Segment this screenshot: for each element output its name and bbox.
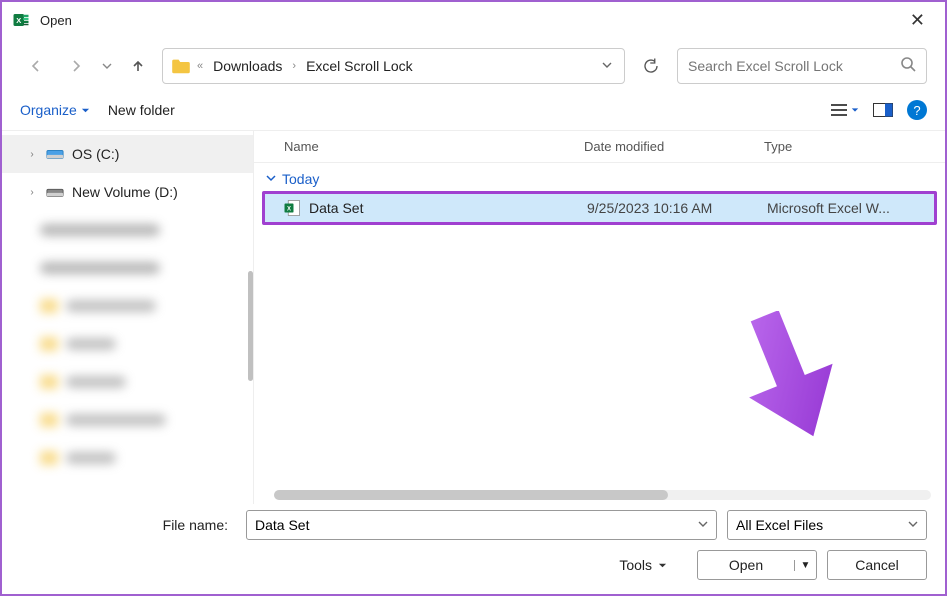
expand-chevron-icon[interactable]: › xyxy=(26,187,38,198)
cancel-button[interactable]: Cancel xyxy=(827,550,927,580)
breadcrumb-current[interactable]: Excel Scroll Lock xyxy=(302,56,417,76)
tools-label: Tools xyxy=(619,557,652,573)
open-label: Open xyxy=(698,557,794,573)
organize-label: Organize xyxy=(20,102,77,118)
filename-combobox[interactable]: Data Set xyxy=(246,510,717,540)
help-button[interactable]: ? xyxy=(907,100,927,120)
new-folder-button[interactable]: New folder xyxy=(108,102,175,118)
blurred-item xyxy=(2,363,253,401)
drive-icon xyxy=(46,147,64,161)
group-label: Today xyxy=(282,171,319,187)
open-dialog: X Open ✕ « Downloads › Excel Scroll Lock… xyxy=(0,0,947,596)
drive-new-volume-d[interactable]: › New Volume (D:) xyxy=(2,173,253,211)
view-options-button[interactable] xyxy=(830,103,859,117)
file-date: 9/25/2023 10:16 AM xyxy=(587,200,767,216)
breadcrumb-prefix: « xyxy=(197,60,203,72)
excel-app-icon: X xyxy=(12,11,30,29)
blurred-item xyxy=(2,211,253,249)
chevron-down-icon[interactable] xyxy=(908,519,918,532)
nav-bar: « Downloads › Excel Scroll Lock xyxy=(2,38,945,92)
expand-chevron-icon[interactable]: › xyxy=(26,149,38,160)
window-title: Open xyxy=(40,13,72,28)
drive-label: New Volume (D:) xyxy=(72,184,178,200)
column-header-name[interactable]: Name xyxy=(254,139,584,154)
column-headers: Name Date modified Type xyxy=(254,131,945,163)
dialog-footer: File name: Data Set All Excel Files Tool… xyxy=(2,504,945,594)
search-icon xyxy=(900,56,916,77)
up-button[interactable] xyxy=(122,50,154,82)
tools-menu[interactable]: Tools xyxy=(619,557,667,573)
horizontal-scrollbar[interactable] xyxy=(274,490,931,500)
forward-button[interactable] xyxy=(60,50,92,82)
command-bar: Organize New folder ? xyxy=(2,92,945,131)
blurred-item xyxy=(2,325,253,363)
breadcrumb-separator: › xyxy=(292,60,296,72)
sidebar-scrollbar[interactable] xyxy=(248,271,253,381)
address-bar[interactable]: « Downloads › Excel Scroll Lock xyxy=(162,48,625,84)
open-split-chevron[interactable]: ▼ xyxy=(794,560,816,571)
drive-icon xyxy=(46,185,64,199)
nav-tree: › OS (C:) › New Volume (D:) xyxy=(2,131,254,504)
blurred-item xyxy=(2,249,253,287)
chevron-down-icon[interactable] xyxy=(698,519,708,532)
open-button[interactable]: Open ▼ xyxy=(697,550,817,580)
file-type: Microsoft Excel W... xyxy=(767,200,934,216)
file-list-panel: Name Date modified Type Today X Data Set… xyxy=(254,131,945,504)
blurred-item xyxy=(2,439,253,477)
svg-text:X: X xyxy=(287,206,291,212)
drive-os-c[interactable]: › OS (C:) xyxy=(2,135,253,173)
column-header-date[interactable]: Date modified xyxy=(584,139,764,154)
close-button[interactable]: ✕ xyxy=(900,6,935,35)
refresh-button[interactable] xyxy=(633,48,669,84)
blurred-item xyxy=(2,287,253,325)
collapse-chevron-icon xyxy=(266,173,276,186)
back-button[interactable] xyxy=(20,50,52,82)
preview-pane-button[interactable] xyxy=(873,103,893,117)
organize-menu[interactable]: Organize xyxy=(20,102,90,118)
filename-label: File name: xyxy=(20,517,236,533)
column-header-type[interactable]: Type xyxy=(764,139,945,154)
breadcrumb-parent[interactable]: Downloads xyxy=(209,56,286,76)
address-dropdown-chevron[interactable] xyxy=(598,56,616,77)
dialog-body: › OS (C:) › New Volume (D:) Name Date mo… xyxy=(2,131,945,504)
title-bar: X Open ✕ xyxy=(2,2,945,38)
file-type-filter[interactable]: All Excel Files xyxy=(727,510,927,540)
blurred-item xyxy=(2,401,253,439)
search-input[interactable] xyxy=(688,58,892,74)
folder-icon xyxy=(171,58,191,74)
drive-label: OS (C:) xyxy=(72,146,119,162)
group-header-today[interactable]: Today xyxy=(254,163,945,191)
excel-file-icon: X xyxy=(283,199,301,217)
filter-value: All Excel Files xyxy=(736,517,823,533)
file-name: Data Set xyxy=(309,200,363,216)
recent-locations-chevron[interactable] xyxy=(100,50,114,82)
filename-value: Data Set xyxy=(255,517,309,533)
scrollbar-thumb[interactable] xyxy=(274,490,668,500)
file-row-data-set[interactable]: X Data Set 9/25/2023 10:16 AM Microsoft … xyxy=(262,191,937,225)
search-box[interactable] xyxy=(677,48,927,84)
svg-text:X: X xyxy=(16,16,21,25)
